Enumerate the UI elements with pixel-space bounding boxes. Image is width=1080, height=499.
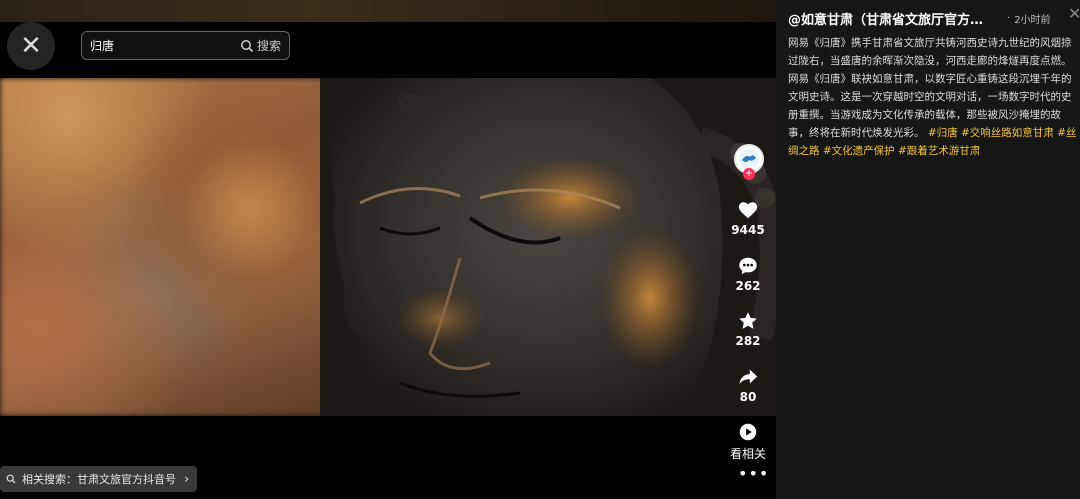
heart-icon (738, 202, 758, 219)
close-icon: ✕ (20, 31, 42, 61)
favorite-action[interactable]: 282 (720, 310, 776, 348)
play-icon (739, 423, 757, 441)
comment-icon (739, 257, 757, 275)
mural-background (0, 78, 340, 416)
panel-close-icon[interactable]: ✕ (1068, 4, 1080, 23)
more-icon[interactable]: ••• (738, 464, 769, 483)
related-search-prefix: 相关搜索： (22, 473, 77, 486)
like-action[interactable]: 9445 (720, 199, 776, 237)
search-icon (6, 474, 16, 484)
hashtag[interactable]: #跟着艺术游甘肃 (898, 145, 980, 157)
comment-action[interactable]: 262 (720, 255, 776, 293)
search-button[interactable]: 搜索 (257, 37, 281, 54)
star-icon (739, 312, 757, 329)
search-icon (241, 39, 254, 52)
close-button[interactable]: ✕ (7, 22, 55, 70)
panel-header: @如意甘肃（甘肃省文旅厅官方… · 2小时前 (788, 8, 1068, 28)
favorite-count: 282 (735, 334, 761, 348)
search-input[interactable]: 归唐 (90, 37, 240, 54)
share-action[interactable]: 80 (720, 366, 776, 404)
related-label: 看相关 (729, 447, 766, 461)
related-search-query: 甘肃文旅官方抖音号 (77, 473, 176, 486)
top-blur-strip (0, 0, 776, 22)
video-description: 网易《归唐》携手甘肃省文旅厅共铸河西史诗九世纪的风烟掠过陇右，当盛唐的余晖渐次隐… (788, 34, 1080, 160)
share-icon (739, 369, 758, 385)
video-frame[interactable] (0, 78, 776, 416)
video-player[interactable]: ✕ 归唐 搜索 + 9445 262 282 80 看相关 ••• 相关搜索： … (0, 0, 776, 499)
description-panel: @如意甘肃（甘肃省文旅厅官方… · 2小时前 ✕ 网易《归唐》携手甘肃省文旅厅共… (776, 0, 1080, 499)
hashtag[interactable]: #归唐 (928, 127, 958, 139)
hashtag[interactable]: #交响丝路如意甘肃 (961, 127, 1054, 139)
description-text: 网易《归唐》携手甘肃省文旅厅共铸河西史诗九世纪的风烟掠过陇右，当盛唐的余晖渐次隐… (788, 37, 1072, 139)
related-search-pill[interactable]: 相关搜索： 甘肃文旅官方抖音号 › (0, 466, 198, 492)
author-name[interactable]: @如意甘肃（甘肃省文旅厅官方… (788, 9, 993, 28)
buddha-statue-image (320, 78, 776, 416)
search-box[interactable]: 归唐 搜索 (81, 31, 290, 60)
post-time: 2小时前 (1014, 14, 1051, 26)
like-count: 9445 (731, 223, 765, 237)
chevron-right-icon: › (184, 471, 190, 487)
share-count: 80 (739, 390, 757, 404)
follow-button[interactable]: + (743, 168, 755, 180)
author-logo-icon (739, 149, 759, 169)
separator-dot: · (1007, 12, 1011, 24)
comment-count: 262 (735, 279, 761, 293)
related-action[interactable]: 看相关 (720, 421, 776, 462)
hashtag[interactable]: #文化遗产保护 (823, 145, 895, 157)
